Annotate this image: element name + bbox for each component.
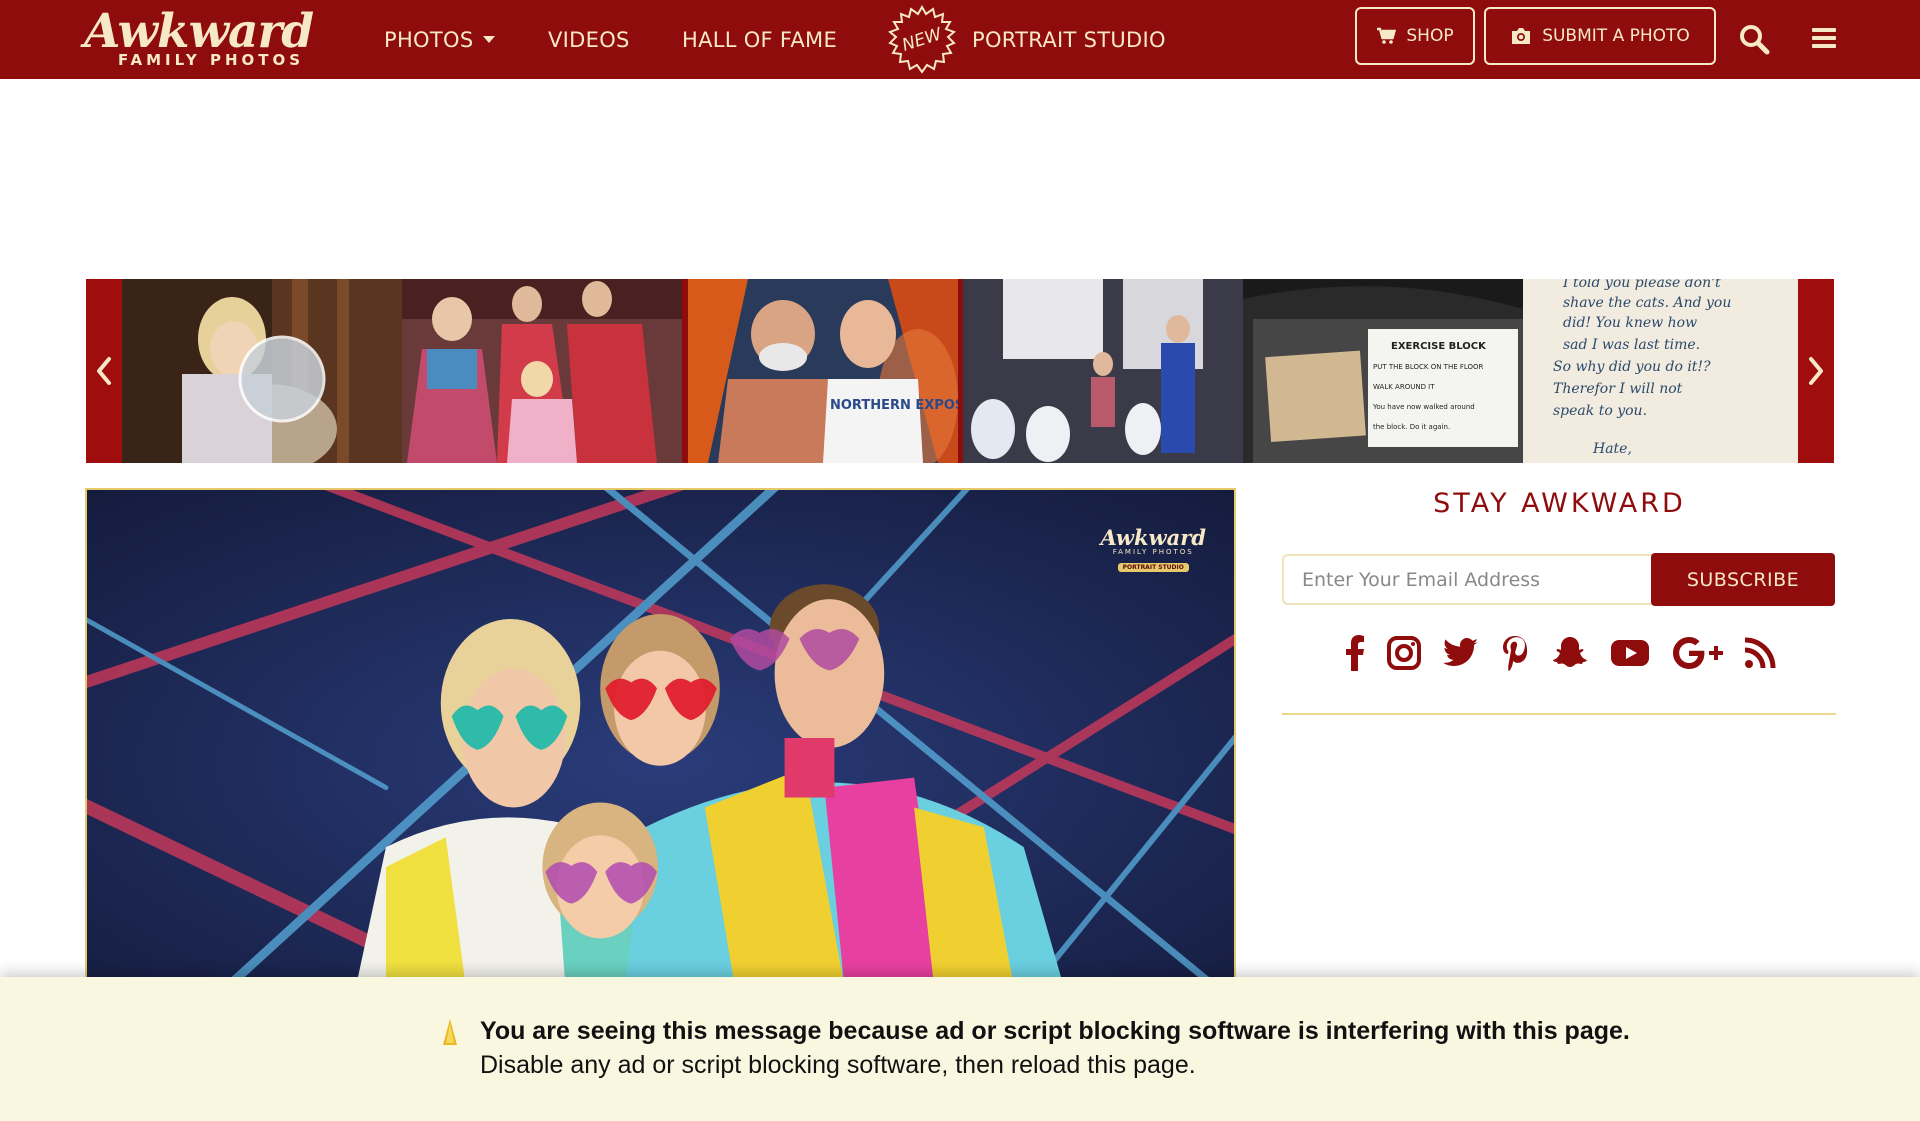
- exercise-block-line: WALK AROUND IT: [1373, 383, 1435, 391]
- newsletter-heading: STAY AWKWARD: [1433, 488, 1686, 519]
- nav-videos-label: VIDEOS: [548, 27, 630, 52]
- hamburger-menu-icon[interactable]: [1808, 22, 1842, 56]
- rss-icon: [1744, 637, 1776, 669]
- exercise-block-line: the block. Do it again.: [1373, 423, 1450, 431]
- adblock-message-detail: Disable any ad or script blocking softwa…: [480, 1051, 1196, 1079]
- camera-icon: [1512, 28, 1531, 44]
- shirt-text: NORTHERN EXPOSURE: [830, 398, 958, 413]
- site-header: Awkward FAMILY PHOTOS PHOTOS VIDEOS HALL…: [0, 0, 1920, 79]
- thumb-image: EXERCISE BLOCK PUT THE BLOCK ON THE FLOO…: [1243, 279, 1523, 463]
- carousel-thumb[interactable]: EXERCISE BLOCK PUT THE BLOCK ON THE FLOO…: [1243, 279, 1523, 463]
- note-line: did! You knew how: [1563, 315, 1697, 331]
- carousel-thumb[interactable]: [963, 279, 1243, 463]
- adblock-message-title: You are seeing this message because ad o…: [480, 1017, 1630, 1045]
- nav-portrait-studio[interactable]: PORTRAIT STUDIO: [972, 0, 1166, 79]
- logo-wordmark: Awkward: [84, 4, 314, 59]
- submit-photo-button[interactable]: SUBMIT A PHOTO: [1484, 7, 1716, 65]
- youtube-link[interactable]: [1610, 633, 1650, 673]
- instagram-icon: [1387, 636, 1421, 670]
- carousel-prev-button[interactable]: [86, 279, 122, 463]
- note-line: So why did you do it!?: [1553, 359, 1711, 375]
- thumb-image: [122, 279, 402, 463]
- shop-button[interactable]: SHOP: [1355, 7, 1475, 65]
- carousel-thumb[interactable]: I told you please don't shave the cats. …: [1523, 279, 1798, 463]
- twitter-icon: [1443, 638, 1478, 666]
- google-plus-icon: [1673, 637, 1723, 669]
- carousel-thumb[interactable]: NORTHERN EXPOSURE: [688, 279, 958, 463]
- thumb-image: I told you please don't shave the cats. …: [1523, 279, 1798, 463]
- watermark-wordmark: Awkward: [1100, 525, 1206, 550]
- chevron-left-icon: [97, 357, 111, 385]
- exercise-block-line: You have now walked around: [1372, 403, 1475, 411]
- logo-tagline: FAMILY PHOTOS: [118, 51, 305, 69]
- carousel-next-button[interactable]: [1798, 279, 1834, 463]
- twitter-link[interactable]: [1442, 633, 1480, 673]
- nav-photos[interactable]: PHOTOS: [384, 0, 496, 79]
- note-line: Therefor I will not: [1553, 381, 1683, 397]
- featured-photo[interactable]: Awkward FAMILY PHOTOS PORTRAIT STUDIO: [85, 488, 1236, 988]
- cart-icon: [1377, 27, 1397, 44]
- shop-button-label: SHOP: [1406, 26, 1454, 46]
- featured-photo-image: [87, 490, 1234, 986]
- nav-hall-of-fame-label: HALL OF FAME: [682, 27, 838, 52]
- note-line: Hate,: [1592, 441, 1632, 457]
- exercise-block-line: PUT THE BLOCK ON THE FLOOR: [1373, 363, 1484, 371]
- snapchat-icon: [1553, 637, 1587, 667]
- carousel-thumb[interactable]: [122, 279, 402, 463]
- exercise-block-title: EXERCISE BLOCK: [1391, 341, 1487, 352]
- adblock-notice-banner: You are seeing this message because ad o…: [0, 977, 1920, 1121]
- pinterest-link[interactable]: [1500, 633, 1530, 673]
- caret-down-icon: [483, 36, 496, 43]
- youtube-icon: [1611, 640, 1649, 666]
- thumb-image: NORTHERN EXPOSURE: [688, 279, 958, 463]
- nav-portrait-studio-label: PORTRAIT STUDIO: [972, 27, 1166, 52]
- facebook-link[interactable]: [1340, 633, 1370, 673]
- rss-link[interactable]: [1744, 633, 1776, 673]
- submit-photo-label: SUBMIT A PHOTO: [1542, 26, 1690, 46]
- google-plus-link[interactable]: [1672, 633, 1724, 673]
- email-input[interactable]: [1282, 554, 1652, 605]
- site-logo[interactable]: Awkward FAMILY PHOTOS: [84, 8, 340, 70]
- watermark-badge: PORTRAIT STUDIO: [1117, 563, 1189, 572]
- nav-photos-label: PHOTOS: [384, 27, 474, 52]
- thumb-image: [963, 279, 1243, 463]
- instagram-link[interactable]: [1386, 633, 1422, 673]
- note-line: sad I was last time.: [1563, 337, 1700, 353]
- photo-carousel: NORTHERN EXPOSURE EXERCISE BLOCK PUT THE…: [86, 279, 1834, 463]
- search-icon[interactable]: [1737, 22, 1771, 56]
- watermark-tagline: FAMILY PHOTOS: [1112, 548, 1194, 556]
- note-line: I told you please don't: [1562, 279, 1721, 291]
- nav-hall-of-fame[interactable]: HALL OF FAME: [682, 0, 837, 79]
- chevron-right-icon: [1809, 357, 1823, 385]
- warning-icon: [443, 1019, 457, 1045]
- facebook-icon: [1346, 635, 1364, 671]
- sidebar-divider: [1282, 713, 1836, 715]
- nav-videos[interactable]: VIDEOS: [548, 0, 630, 79]
- carousel-thumb[interactable]: [402, 279, 682, 463]
- subscribe-button[interactable]: SUBSCRIBE: [1651, 553, 1835, 606]
- thumb-image: [402, 279, 682, 463]
- note-line: shave the cats. And you: [1563, 295, 1731, 311]
- snapchat-link[interactable]: [1551, 633, 1589, 673]
- photo-watermark: Awkward FAMILY PHOTOS PORTRAIT STUDIO: [1100, 525, 1206, 574]
- pinterest-icon: [1503, 636, 1528, 671]
- new-badge[interactable]: NEW: [887, 4, 957, 75]
- note-line: speak to you.: [1553, 403, 1647, 419]
